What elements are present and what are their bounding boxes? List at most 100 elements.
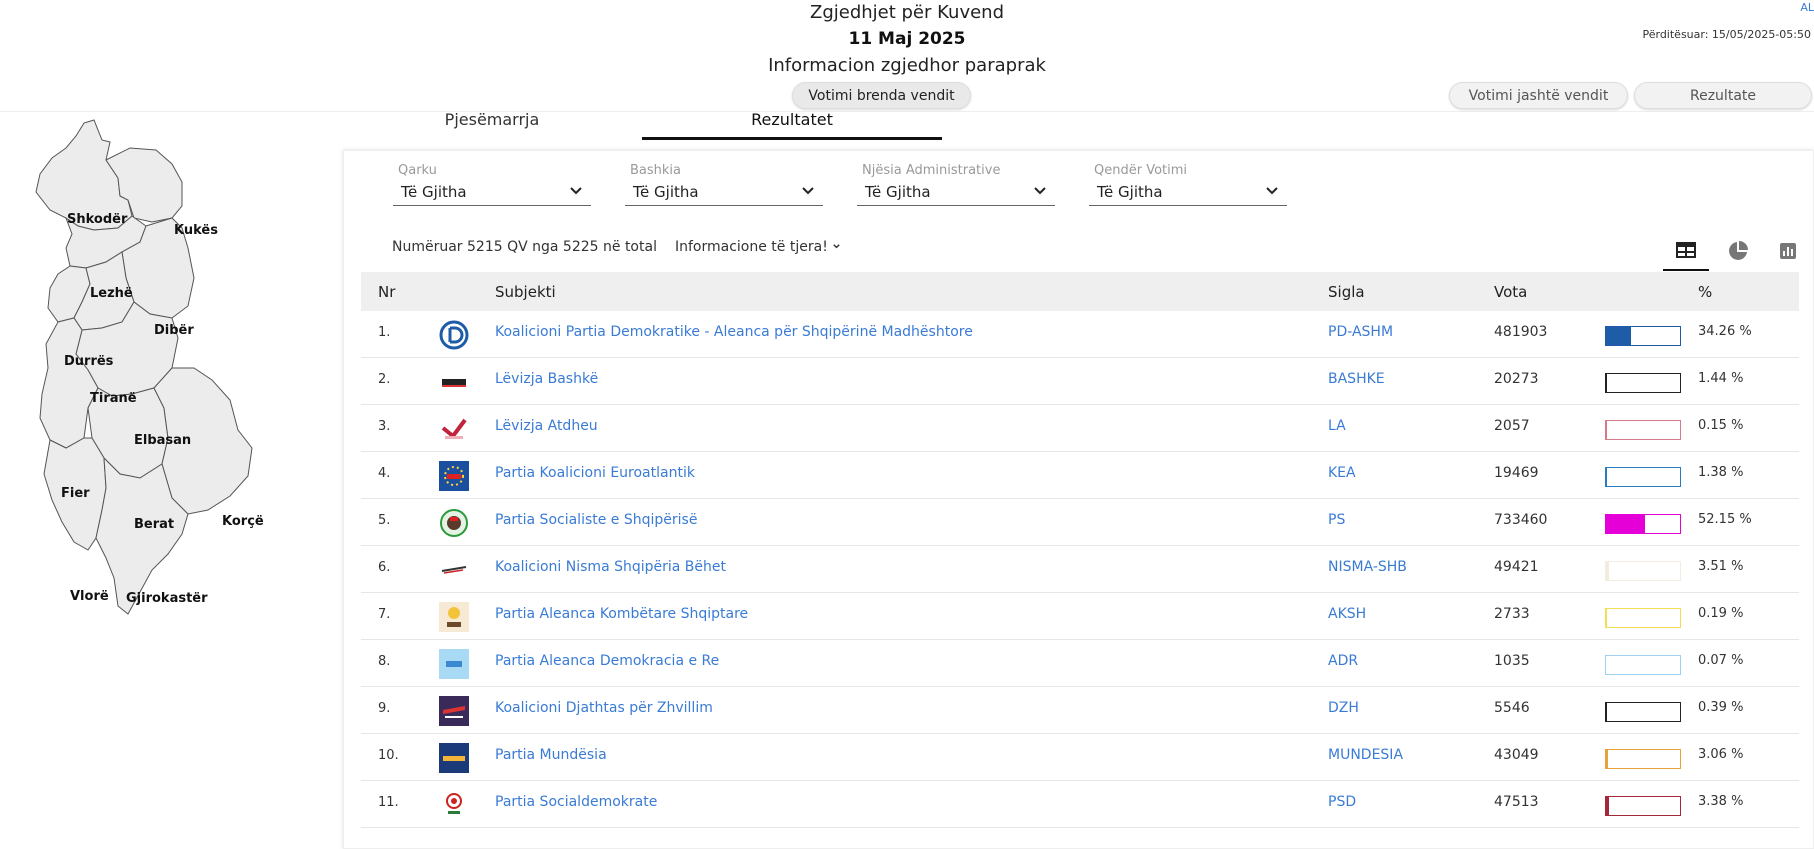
njesia-select[interactable]: Të Gjitha bbox=[857, 180, 1055, 206]
header: Zgjedhjet për Kuvend 11 Maj 2025 Informa… bbox=[0, 0, 1814, 112]
row-number: 5. bbox=[378, 513, 391, 528]
pie-chart-icon bbox=[1729, 241, 1748, 260]
bar-chart-icon bbox=[1780, 243, 1796, 259]
row-number: 4. bbox=[378, 466, 391, 481]
party-votes: 49421 bbox=[1494, 559, 1539, 575]
la-logo bbox=[439, 414, 469, 444]
party-acronym: PD-ASHM bbox=[1328, 324, 1394, 340]
filter-qender: Qendër Votimi Të Gjitha bbox=[1089, 163, 1287, 206]
vote-share-bar bbox=[1605, 749, 1681, 769]
header-subject: Subjekti bbox=[495, 283, 556, 301]
bashke-logo bbox=[439, 367, 469, 397]
vote-share-bar bbox=[1605, 467, 1681, 487]
results-panel: Qarku Të Gjitha Bashkia Të Gjitha Njësia… bbox=[343, 150, 1814, 849]
table-row: 4. Partia Koalicioni Euroatlantik KEA 19… bbox=[361, 452, 1799, 499]
table-row: 2. Lëvizja Bashkë BASHKE 20273 1.44 % bbox=[361, 358, 1799, 405]
party-acronym: MUNDESIA bbox=[1328, 747, 1404, 763]
party-name-link[interactable]: Partia Socialdemokrate bbox=[495, 794, 657, 810]
party-acronym: PS bbox=[1328, 512, 1346, 528]
party-name-link[interactable]: Lëvizja Atdheu bbox=[495, 418, 598, 434]
vote-share-bar bbox=[1605, 702, 1681, 722]
row-number: 11. bbox=[378, 795, 399, 810]
party-name-link[interactable]: Koalicioni Nisma Shqipëria Bëhet bbox=[495, 559, 726, 575]
vote-share-bar bbox=[1605, 655, 1681, 675]
qender-select[interactable]: Të Gjitha bbox=[1089, 180, 1287, 206]
table-row: 7. Partia Aleanca Kombëtare Shqiptare AK… bbox=[361, 593, 1799, 640]
language-link[interactable]: AL bbox=[1800, 1, 1814, 14]
table-row: 6. Koalicioni Nisma Shqipëria Bëhet NISM… bbox=[361, 546, 1799, 593]
select-value: Të Gjitha bbox=[633, 183, 699, 201]
chevron-down-icon bbox=[570, 187, 582, 195]
table-row: 9. Koalicioni Djathtas për Zhvillim DZH … bbox=[361, 687, 1799, 734]
tab-results[interactable]: Rezultatet bbox=[642, 110, 942, 140]
view-switcher bbox=[1663, 231, 1813, 271]
party-name-link[interactable]: Koalicioni Djathtas për Zhvillim bbox=[495, 700, 713, 716]
albania-map[interactable]: Shkodër Kukës Lezhë Dibër Durrës Tiranë … bbox=[22, 118, 302, 718]
more-info-toggle[interactable]: Informacione të tjera! bbox=[675, 239, 841, 255]
region-label: Korçë bbox=[222, 514, 264, 529]
table-view-button[interactable] bbox=[1663, 231, 1709, 271]
pd-logo bbox=[439, 320, 469, 350]
row-number: 10. bbox=[378, 748, 399, 763]
party-name-link[interactable]: Partia Mundësia bbox=[495, 747, 607, 763]
ps-logo bbox=[439, 508, 469, 538]
region-label: Gjirokastër bbox=[126, 591, 208, 606]
party-name-link[interactable]: Partia Aleanca Demokracia e Re bbox=[495, 653, 719, 669]
party-percent: 3.06 % bbox=[1698, 747, 1744, 762]
bashkia-select[interactable]: Të Gjitha bbox=[625, 180, 823, 206]
election-date: 11 Maj 2025 bbox=[848, 29, 966, 49]
tab-participation[interactable]: Pjesëmarrja bbox=[392, 110, 592, 140]
party-name-link[interactable]: Partia Socialiste e Shqipërisë bbox=[495, 512, 697, 528]
table-header: Nr Subjekti Sigla Vota % bbox=[361, 272, 1799, 311]
party-acronym: AKSH bbox=[1328, 606, 1367, 622]
header-percent: % bbox=[1698, 283, 1713, 301]
filter-label: Njësia Administrative bbox=[862, 163, 1001, 178]
region-label: Shkodër bbox=[67, 212, 128, 227]
region-label: Kukës bbox=[174, 223, 218, 238]
party-votes: 481903 bbox=[1494, 324, 1548, 340]
updated-timestamp: Përditësuar: 15/05/2025-05:50 bbox=[1642, 28, 1811, 41]
row-number: 6. bbox=[378, 560, 391, 575]
inside-country-button[interactable]: Votimi brenda vendit bbox=[792, 82, 971, 109]
party-acronym: NISMA-SHB bbox=[1328, 559, 1407, 575]
mundesia-logo bbox=[439, 743, 469, 773]
results-table: Nr Subjekti Sigla Vota % 1. Koalicioni P… bbox=[361, 272, 1799, 828]
qarku-select[interactable]: Të Gjitha bbox=[393, 180, 591, 206]
pie-view-button[interactable] bbox=[1715, 231, 1761, 271]
region-label: Vlorë bbox=[70, 589, 109, 604]
vote-share-bar bbox=[1605, 608, 1681, 628]
filter-label: Bashkia bbox=[630, 163, 682, 178]
party-name-link[interactable]: Lëvizja Bashkë bbox=[495, 371, 598, 387]
party-votes: 5546 bbox=[1494, 700, 1530, 716]
aksh-logo bbox=[439, 602, 469, 632]
party-percent: 3.38 % bbox=[1698, 794, 1744, 809]
results-button[interactable]: Rezultate bbox=[1634, 82, 1812, 109]
party-votes: 733460 bbox=[1494, 512, 1548, 528]
outside-country-button[interactable]: Votimi jashtë vendit bbox=[1449, 82, 1628, 109]
vote-share-fill bbox=[1606, 515, 1645, 533]
region-label: Elbasan bbox=[134, 433, 191, 448]
vote-share-bar bbox=[1605, 326, 1681, 346]
table-body: 1. Koalicioni Partia Demokratike - Alean… bbox=[361, 311, 1799, 828]
party-name-link[interactable]: Koalicioni Partia Demokratike - Aleanca … bbox=[495, 324, 973, 340]
filter-njesia: Njësia Administrative Të Gjitha bbox=[857, 163, 1055, 206]
header-sigla: Sigla bbox=[1328, 283, 1365, 301]
select-value: Të Gjitha bbox=[1097, 183, 1163, 201]
party-percent: 52.15 % bbox=[1698, 512, 1752, 527]
dzh-logo bbox=[439, 696, 469, 726]
party-percent: 1.44 % bbox=[1698, 371, 1744, 386]
party-acronym: ADR bbox=[1328, 653, 1359, 669]
party-name-link[interactable]: Partia Aleanca Kombëtare Shqiptare bbox=[495, 606, 748, 622]
election-subtitle: Informacion zgjedhor paraprak bbox=[768, 55, 1046, 76]
row-number: 2. bbox=[378, 372, 391, 387]
filter-qarku: Qarku Të Gjitha bbox=[393, 163, 591, 206]
filter-label: Qendër Votimi bbox=[1094, 163, 1188, 178]
party-percent: 1.38 % bbox=[1698, 465, 1744, 480]
adr-logo bbox=[439, 649, 469, 679]
party-percent: 34.26 % bbox=[1698, 324, 1752, 339]
party-percent: 0.19 % bbox=[1698, 606, 1744, 621]
bar-view-button[interactable] bbox=[1765, 231, 1811, 271]
party-votes: 20273 bbox=[1494, 371, 1539, 387]
party-name-link[interactable]: Partia Koalicioni Euroatlantik bbox=[495, 465, 695, 481]
header-votes: Vota bbox=[1494, 283, 1528, 301]
